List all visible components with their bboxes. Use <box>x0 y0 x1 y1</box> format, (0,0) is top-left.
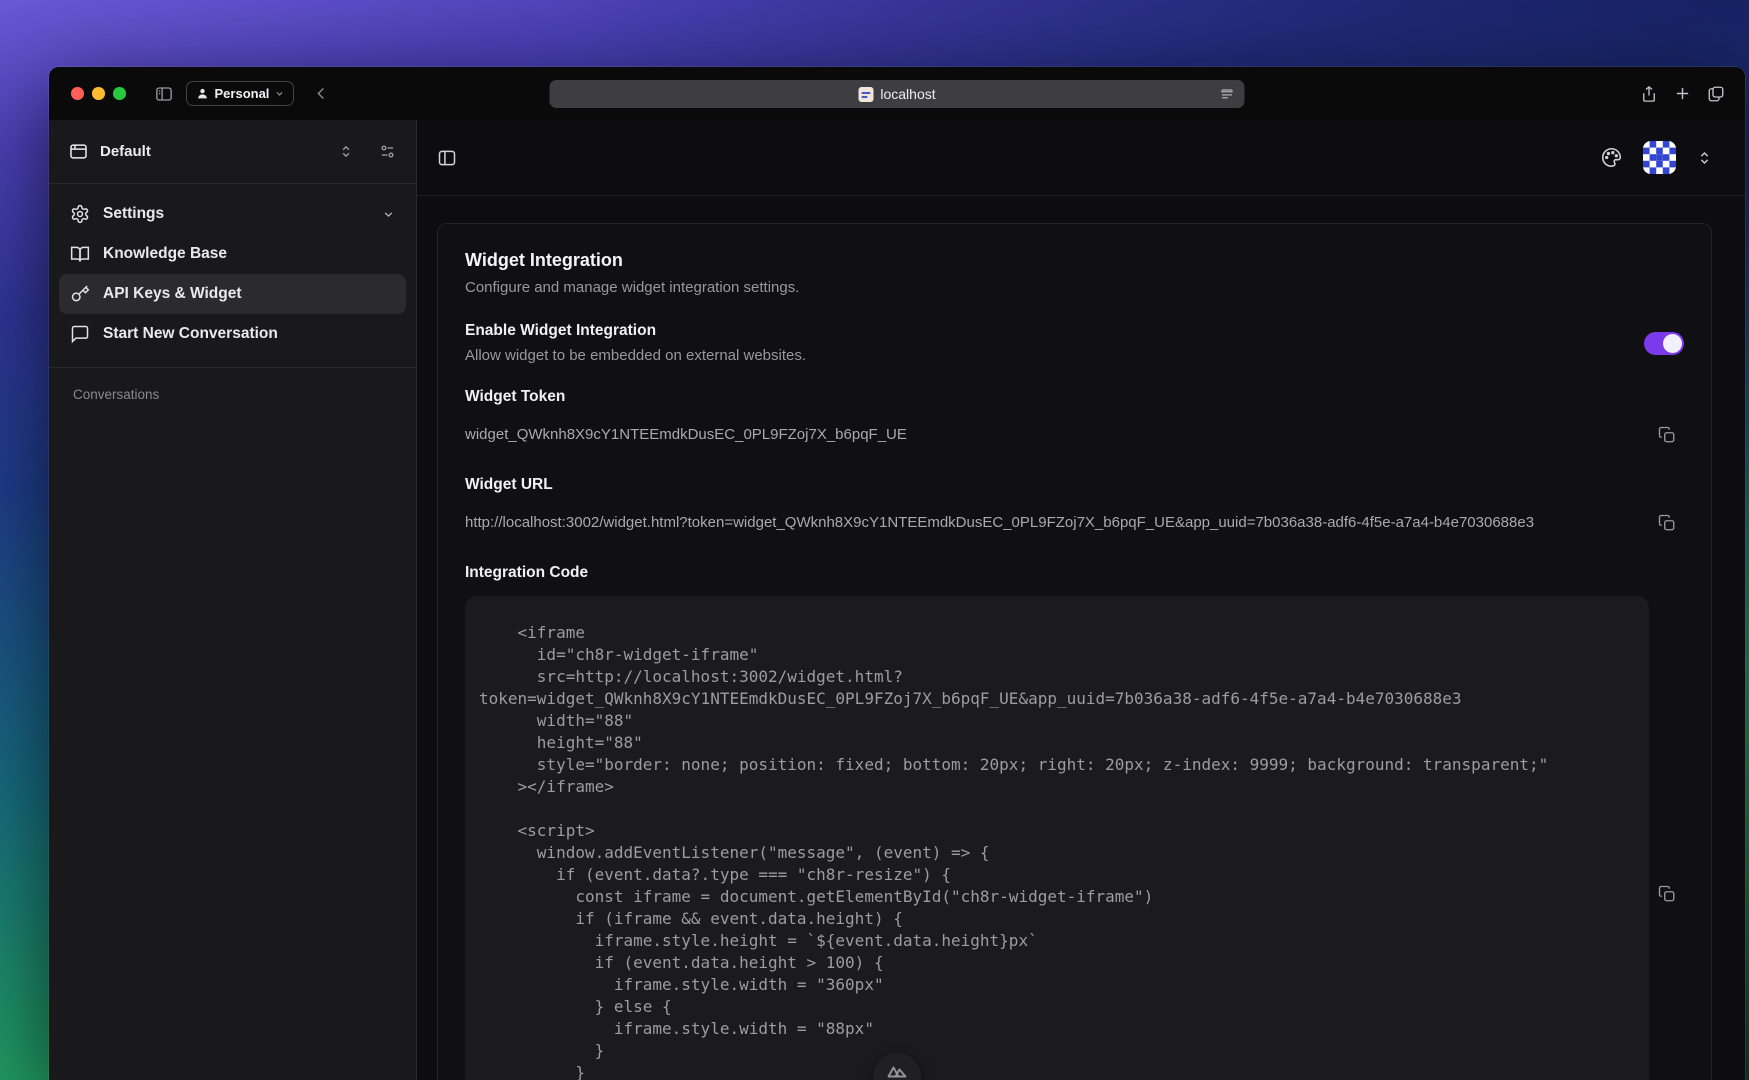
widget-token-label: Widget Token <box>465 388 1684 406</box>
chevrons-up-down-icon[interactable] <box>1697 150 1712 166</box>
app-body: Default Settings <box>49 120 1745 1080</box>
sidebar-toggle-icon[interactable] <box>154 85 174 103</box>
page-title: Widget Integration <box>465 250 1684 271</box>
reader-icon[interactable] <box>1219 85 1236 102</box>
site-favicon <box>858 87 873 102</box>
chevron-down-icon <box>275 89 284 98</box>
mountains-launcher-icon <box>885 1060 909 1080</box>
browser-window: Personal localhost <box>49 67 1745 1080</box>
zoom-window-button[interactable] <box>113 87 126 100</box>
sidebar-item-label: Start New Conversation <box>103 325 278 343</box>
integration-code-block: Integration Code <iframe id="ch8r-widget… <box>465 564 1684 1080</box>
enable-widget-description: Allow widget to be embedded on external … <box>465 347 806 364</box>
profile-button[interactable]: Personal <box>186 81 295 106</box>
browser-titlebar: Personal localhost <box>49 67 1745 120</box>
sidebar: Default Settings <box>49 120 417 1080</box>
palette-icon[interactable] <box>1601 147 1622 168</box>
sidebar-item-label: Knowledge Base <box>103 245 227 263</box>
copy-icon <box>1658 514 1676 532</box>
app-window-icon <box>69 142 88 161</box>
page-subtitle: Configure and manage widget integration … <box>465 279 1684 296</box>
enable-widget-toggle[interactable] <box>1644 332 1684 355</box>
user-icon <box>196 87 209 100</box>
chevrons-up-down-icon[interactable] <box>339 144 353 159</box>
widget-url-block: Widget URL http://localhost:3002/widget.… <box>465 476 1684 540</box>
sliders-icon[interactable] <box>379 143 396 160</box>
enable-widget-label: Enable Widget Integration <box>465 322 806 340</box>
copy-icon <box>1658 426 1676 444</box>
sidebar-item-start-new-conversation[interactable]: Start New Conversation <box>59 314 406 354</box>
address-bar[interactable]: localhost <box>550 80 1245 108</box>
main-content: Widget Integration Configure and manage … <box>417 196 1745 1080</box>
main-topbar <box>417 120 1745 196</box>
copy-token-button[interactable] <box>1650 418 1684 452</box>
sidebar-item-knowledge-base[interactable]: Knowledge Base <box>59 234 406 274</box>
panel-toggle-icon[interactable] <box>437 148 457 168</box>
integration-code-label: Integration Code <box>465 564 1684 582</box>
widget-token-block: Widget Token widget_QWknh8X9cY1NTEEmdkDu… <box>465 388 1684 452</box>
chat-bubble-icon <box>70 324 90 344</box>
conversations-section-label: Conversations <box>73 387 416 402</box>
toggle-knob <box>1663 334 1682 353</box>
address-text: localhost <box>880 86 935 102</box>
titlebar-right-actions <box>1640 67 1725 120</box>
copy-url-button[interactable] <box>1650 506 1684 540</box>
profile-label: Personal <box>215 86 270 101</box>
widget-url-value: http://localhost:3002/widget.html?token=… <box>465 512 1534 534</box>
book-open-icon <box>70 244 90 264</box>
enable-widget-row: Enable Widget Integration Allow widget t… <box>465 322 1684 364</box>
desktop: { "browser": { "profile": "Personal", "a… <box>0 0 1749 1080</box>
widget-url-label: Widget URL <box>465 476 1684 494</box>
sidebar-nav: Settings Knowledge Base API Keys & Widg <box>49 184 416 354</box>
sidebar-item-label: API Keys & Widget <box>103 285 242 303</box>
gear-icon <box>70 204 90 224</box>
chevron-down-icon <box>382 208 395 221</box>
sidebar-item-settings[interactable]: Settings <box>59 194 406 234</box>
sidebar-item-api-keys-widget[interactable]: API Keys & Widget <box>59 274 406 314</box>
close-window-button[interactable] <box>71 87 84 100</box>
copy-icon <box>1658 885 1676 903</box>
widget-integration-card: Widget Integration Configure and manage … <box>437 223 1712 1080</box>
minimize-window-button[interactable] <box>92 87 105 100</box>
traffic-lights <box>71 87 126 100</box>
sidebar-item-label: Settings <box>103 205 164 223</box>
share-icon[interactable] <box>1640 84 1658 104</box>
avatar-identicon[interactable] <box>1643 141 1676 174</box>
workspace-selector[interactable]: Default <box>49 120 416 184</box>
back-button[interactable] <box>314 85 329 102</box>
integration-code[interactable]: <iframe id="ch8r-widget-iframe" src=http… <box>465 596 1649 1080</box>
main-area: Widget Integration Configure and manage … <box>417 120 1745 1080</box>
tab-overview-icon[interactable] <box>1707 85 1725 103</box>
sidebar-divider <box>49 367 416 368</box>
new-tab-icon[interactable] <box>1674 85 1691 102</box>
copy-code-button[interactable] <box>1650 877 1684 911</box>
key-icon <box>70 284 90 304</box>
workspace-label: Default <box>100 143 151 160</box>
widget-token-value: widget_QWknh8X9cY1NTEEmdkDusEC_0PL9FZoj7… <box>465 424 907 446</box>
